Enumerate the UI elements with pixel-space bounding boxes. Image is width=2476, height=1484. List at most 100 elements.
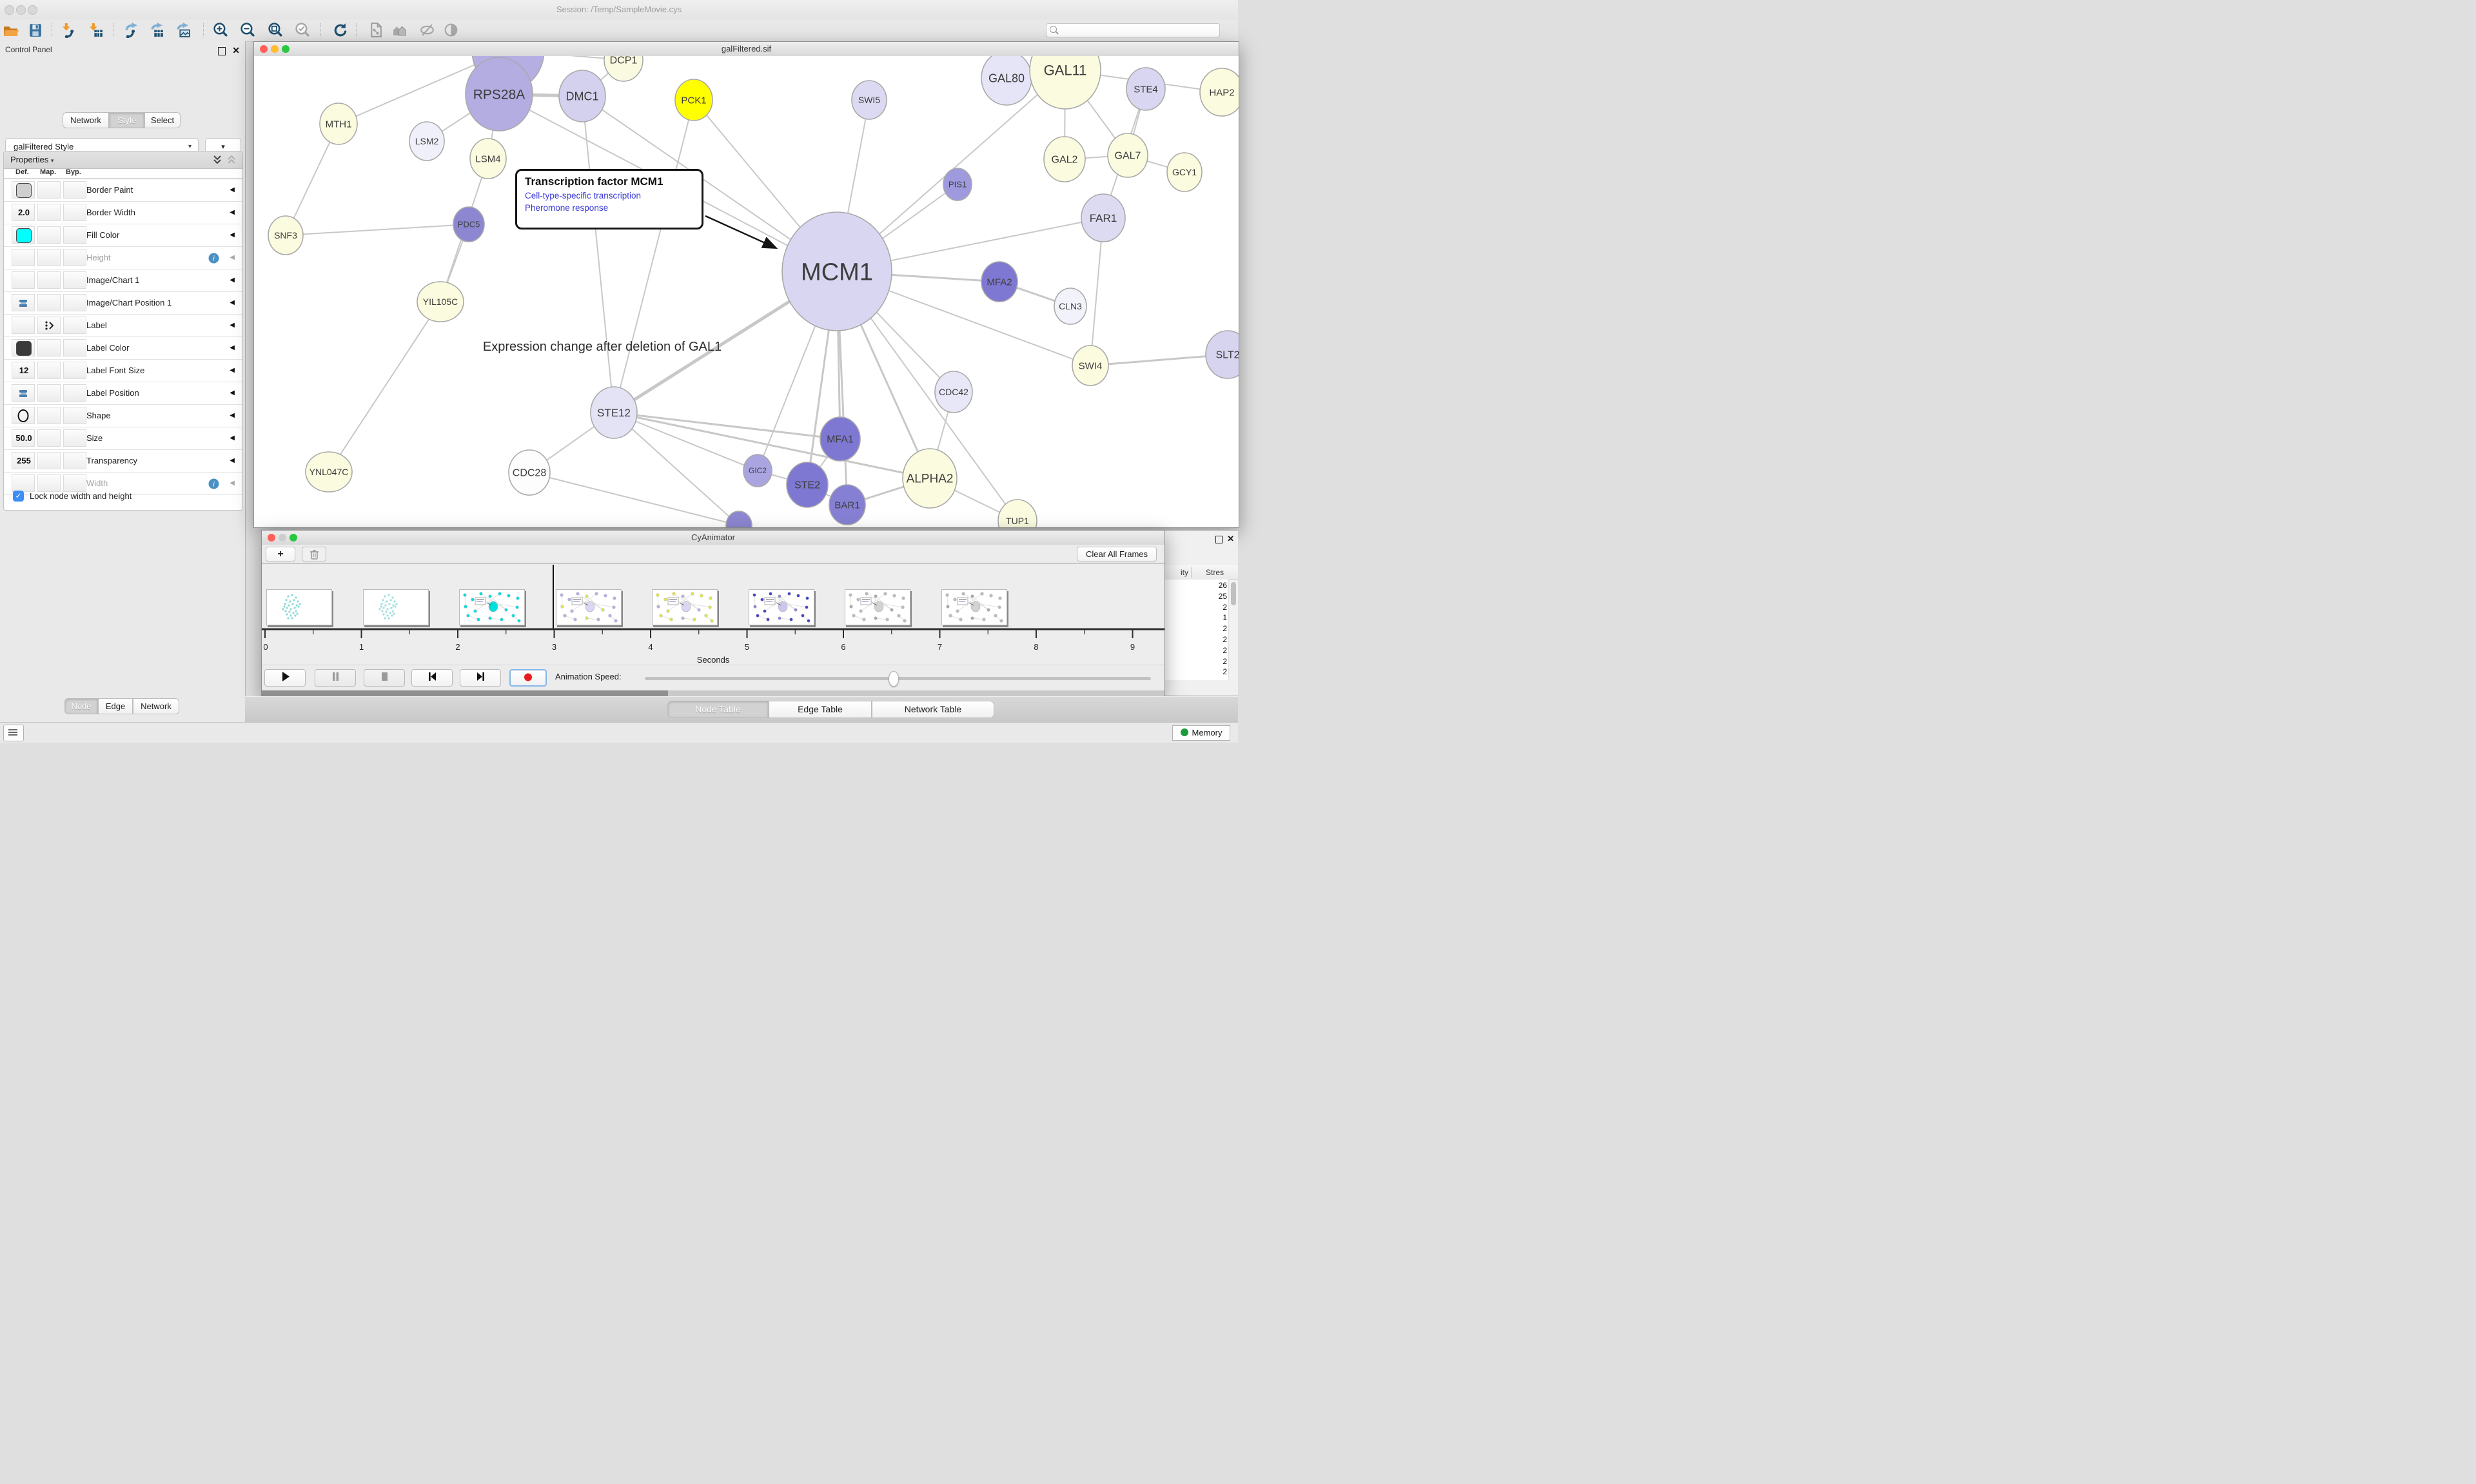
- tab-node-table[interactable]: Node Table: [667, 701, 769, 718]
- property-cell[interactable]: [63, 429, 86, 447]
- property-cell[interactable]: [63, 204, 86, 221]
- property-cell[interactable]: [63, 294, 86, 311]
- expand-row-icon[interactable]: ◀: [230, 224, 235, 246]
- zoom-window-icon[interactable]: [290, 534, 297, 542]
- property-cell[interactable]: [63, 271, 86, 289]
- table-cell-value[interactable]: 2: [1165, 635, 1227, 645]
- search-input[interactable]: [1061, 24, 1218, 36]
- property-cell[interactable]: [63, 384, 86, 402]
- color-swatch[interactable]: [16, 228, 32, 243]
- expand-row-icon[interactable]: ◀: [230, 427, 235, 449]
- toolbar-export-table-button[interactable]: [150, 22, 166, 39]
- memory-indicator[interactable]: Memory: [1172, 725, 1230, 741]
- annotation-link[interactable]: Pheromone response: [525, 203, 694, 213]
- annotation-box[interactable]: Transcription factor MCM1 Cell-type-spec…: [515, 169, 703, 229]
- float-panel-icon[interactable]: [218, 47, 226, 55]
- property-row-size[interactable]: 50.0Size◀: [4, 427, 242, 450]
- cyanimator-skip-start-button[interactable]: [411, 669, 453, 687]
- property-cell[interactable]: [63, 407, 86, 424]
- network-canvas[interactable]: DCP1RPS28ADMC1PCK1SWI5GAL80GAL11STE4HAP2…: [254, 56, 1239, 527]
- expand-row-icon[interactable]: ◀: [230, 337, 235, 359]
- table-cell-value[interactable]: 2: [1165, 667, 1227, 678]
- tab-edge-table[interactable]: Edge Table: [769, 701, 872, 718]
- speed-slider-handle[interactable]: [889, 671, 899, 687]
- table-cell-value[interactable]: 1: [1165, 613, 1227, 623]
- column-header[interactable]: ity: [1165, 565, 1188, 580]
- cyanimator-titlebar[interactable]: CyAnimator: [262, 531, 1164, 545]
- edge[interactable]: [329, 302, 440, 472]
- color-swatch[interactable]: [16, 341, 32, 356]
- property-cell[interactable]: [12, 181, 35, 199]
- property-cell[interactable]: [63, 317, 86, 334]
- color-swatch[interactable]: [16, 183, 32, 198]
- search-box[interactable]: [1046, 23, 1220, 37]
- toolbar-save-session-button[interactable]: [27, 22, 44, 39]
- table-cell-value[interactable]: 26: [1165, 581, 1227, 591]
- property-cell[interactable]: [12, 317, 35, 334]
- toolbar-open-session-button[interactable]: [3, 22, 19, 39]
- table-cell-value[interactable]: 2: [1165, 646, 1227, 656]
- cyanimator-skip-end-button[interactable]: [460, 669, 501, 687]
- property-cell[interactable]: [37, 429, 61, 447]
- cyanimator-stop-button[interactable]: [364, 669, 405, 687]
- toolbar-export-image-button[interactable]: [175, 22, 192, 39]
- timeline-pane[interactable]: 0123456789Seconds: [262, 563, 1164, 665]
- property-cell[interactable]: [37, 384, 61, 402]
- toolbar-import-table-button[interactable]: [88, 22, 105, 39]
- property-cell[interactable]: [12, 407, 35, 424]
- expand-row-icon[interactable]: ◀: [230, 202, 235, 224]
- panel-list-button[interactable]: [3, 725, 24, 741]
- expand-row-icon[interactable]: ◀: [230, 450, 235, 472]
- property-cell[interactable]: [37, 452, 61, 469]
- property-cell[interactable]: [37, 407, 61, 424]
- property-cell[interactable]: [37, 226, 61, 244]
- property-row-border-paint[interactable]: Border Paint◀: [4, 179, 242, 202]
- property-cell[interactable]: [63, 249, 86, 266]
- expand-row-icon[interactable]: ◀: [230, 405, 235, 427]
- float-panel-icon[interactable]: [1215, 536, 1223, 543]
- node-unlabeled[interactable]: [726, 511, 752, 527]
- property-cell[interactable]: [12, 226, 35, 244]
- edge[interactable]: [529, 473, 739, 525]
- property-cell[interactable]: [37, 294, 61, 311]
- toolbar-zoom-selected-button[interactable]: [295, 22, 311, 39]
- close-panel-icon[interactable]: ✕: [232, 45, 240, 56]
- property-row-label[interactable]: Label◀: [4, 315, 242, 337]
- collapse-all-icon[interactable]: [226, 155, 237, 165]
- tab-edge[interactable]: Edge: [98, 698, 133, 714]
- table-cell-value[interactable]: 2: [1165, 603, 1227, 613]
- property-row-label-position[interactable]: Label Position◀: [4, 382, 242, 405]
- speed-slider-track[interactable]: [645, 677, 1151, 680]
- toolbar-network-file-button[interactable]: [368, 22, 384, 39]
- expand-all-icon[interactable]: [212, 155, 223, 165]
- toolbar-import-network-button[interactable]: [61, 22, 78, 39]
- info-icon[interactable]: i: [208, 253, 219, 267]
- expand-row-icon[interactable]: ◀: [230, 360, 235, 382]
- add-frame-button[interactable]: +: [266, 547, 295, 561]
- toolbar-zoom-in-button[interactable]: [213, 22, 230, 39]
- property-cell[interactable]: [12, 294, 35, 311]
- animation-frame-7[interactable]: [845, 589, 910, 625]
- toolbar-refresh-layout-button[interactable]: [332, 22, 349, 39]
- tab-node[interactable]: Node: [64, 698, 98, 714]
- animation-frame-6[interactable]: [749, 589, 814, 625]
- edge[interactable]: [582, 96, 614, 413]
- property-row-image-chart-1[interactable]: Image/Chart 1◀: [4, 269, 242, 292]
- expand-row-icon[interactable]: ◀: [230, 382, 235, 404]
- property-cell[interactable]: [37, 271, 61, 289]
- property-cell[interactable]: [37, 181, 61, 199]
- delete-frame-button[interactable]: [302, 547, 326, 561]
- property-cell[interactable]: [37, 317, 61, 334]
- toolbar-hide-selected-button[interactable]: [419, 22, 436, 39]
- property-cell[interactable]: [37, 362, 61, 379]
- property-cell[interactable]: [37, 339, 61, 356]
- toolbar-group-nodes-button[interactable]: [391, 22, 408, 39]
- clear-all-frames-button[interactable]: Clear All Frames: [1077, 547, 1157, 561]
- animation-frame-3[interactable]: [459, 589, 525, 625]
- animation-frame-4[interactable]: [556, 589, 622, 625]
- property-row-transparency[interactable]: 255Transparency◀: [4, 450, 242, 473]
- cyanimator-pause-button[interactable]: [315, 669, 356, 687]
- cyanimator-record-button[interactable]: [509, 669, 547, 687]
- toolbar-zoom-fit-button[interactable]: [268, 22, 284, 39]
- table-cell-value[interactable]: 25: [1165, 592, 1227, 602]
